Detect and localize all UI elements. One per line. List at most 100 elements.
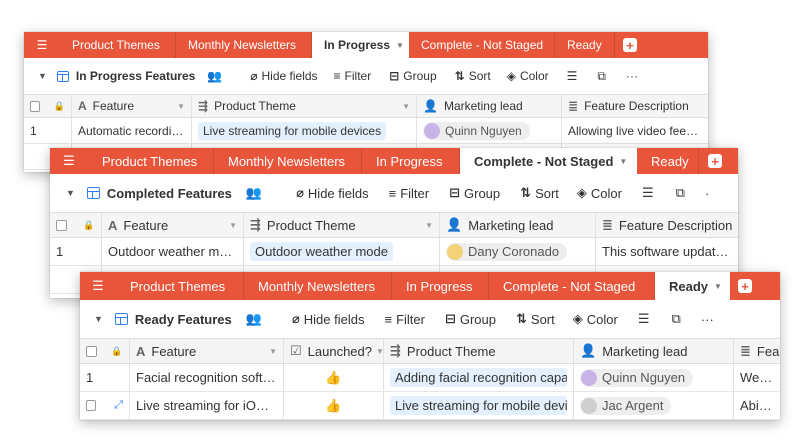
thumbs-up-icon[interactable]: 👍 <box>325 398 341 414</box>
header-feature-description[interactable]: ≣ Feature Description <box>596 213 738 237</box>
add-table-button[interactable]: + <box>730 272 760 300</box>
select-all-checkbox[interactable] <box>86 345 97 357</box>
tab-ready[interactable]: Ready ▼ <box>655 272 730 300</box>
group-button[interactable]: ⊟ Group <box>389 69 436 83</box>
header-feature-description[interactable]: ≣ Fea <box>734 339 780 363</box>
feature-cell[interactable]: Live streaming for iOS de... <box>130 392 284 419</box>
filter-button[interactable]: ≡ Filter <box>334 69 372 83</box>
header-feature[interactable]: A Feature ▼ <box>72 95 192 117</box>
product-theme-cell[interactable]: Adding facial recognition capabil <box>384 364 574 391</box>
description-cell[interactable]: We're a <box>734 364 780 391</box>
more-icon[interactable]: · <box>705 186 709 201</box>
description-cell[interactable]: Allowing live video feeds to b <box>562 118 708 143</box>
table-row[interactable]: 1 Outdoor weather mode ... Outdoor weath… <box>50 238 738 266</box>
tab-complete-not-staged[interactable]: Complete - Not Staged <box>409 32 555 58</box>
tab-complete-not-staged[interactable]: Complete - Not Staged ▼ <box>460 148 637 174</box>
product-theme-cell[interactable]: Live streaming for mobile devices <box>192 118 417 143</box>
hide-fields-button[interactable]: ⌀ Hide fields <box>292 311 365 327</box>
header-feature-description[interactable]: ≣ Feature Description <box>562 95 708 117</box>
collaborator-chip[interactable]: Jac Argent <box>580 396 672 415</box>
chevron-down-icon[interactable]: ▼ <box>396 41 404 50</box>
color-button[interactable]: ◈ Color <box>507 69 549 83</box>
collaborator-chip[interactable]: Quinn Nguyen <box>580 368 694 387</box>
tab-monthly-newsletters[interactable]: Monthly Newsletters <box>244 272 392 300</box>
header-product-theme[interactable]: ⇶ Product Theme ▼ <box>244 213 440 237</box>
marketing-lead-cell[interactable]: Jac Argent <box>574 392 734 419</box>
product-theme-cell[interactable]: Live streaming for mobile devices <box>384 392 574 419</box>
tab-in-progress[interactable]: In Progress ▼ <box>312 32 409 58</box>
chevron-down-icon[interactable]: ▼ <box>38 71 47 81</box>
marketing-lead-cell[interactable]: Quinn Nguyen <box>417 118 562 143</box>
view-name[interactable]: Completed Features <box>107 186 232 201</box>
tab-complete-not-staged[interactable]: Complete - Not Staged <box>489 272 655 300</box>
tab-in-progress[interactable]: In Progress <box>362 148 460 174</box>
product-theme-pill[interactable]: Outdoor weather mode <box>250 242 393 261</box>
marketing-lead-cell[interactable]: Quinn Nguyen <box>574 364 734 391</box>
table-row[interactable]: 1 Facial recognition softwa... 👍 Adding … <box>80 364 780 392</box>
launched-cell[interactable]: 👍 <box>284 392 384 419</box>
people-icon[interactable]: 👥 <box>246 311 262 327</box>
table-row[interactable]: ⤢ Live streaming for iOS de... 👍 Live st… <box>80 392 780 420</box>
chevron-down-icon[interactable]: ▼ <box>619 157 627 166</box>
select-all-checkbox[interactable] <box>30 100 40 112</box>
sort-button[interactable]: ⇅ Sort <box>455 69 491 83</box>
header-marketing-lead[interactable]: 👤 Marketing lead <box>440 213 596 237</box>
header-feature[interactable]: A Feature ▼ <box>102 213 244 237</box>
share-view-icon[interactable]: ⧉ <box>676 185 685 201</box>
tab-product-themes[interactable]: Product Themes <box>116 272 244 300</box>
menu-icon[interactable]: ☰ <box>50 148 88 174</box>
header-marketing-lead[interactable]: 👤 Marketing lead <box>574 339 734 363</box>
view-name[interactable]: Ready Features <box>135 312 232 327</box>
launched-cell[interactable]: 👍 <box>284 364 384 391</box>
tab-monthly-newsletters[interactable]: Monthly Newsletters <box>214 148 362 174</box>
header-marketing-lead[interactable]: 👤 Marketing lead <box>417 95 562 117</box>
tab-in-progress[interactable]: In Progress <box>392 272 489 300</box>
row-height-icon[interactable]: ☰ <box>642 185 654 201</box>
color-button[interactable]: ◈ Color <box>573 311 618 327</box>
add-table-button[interactable]: + <box>615 32 645 58</box>
header-launched[interactable]: ☑ Launched? ▼ <box>284 339 384 363</box>
product-theme-pill[interactable]: Adding facial recognition capabil <box>390 368 567 387</box>
chevron-down-icon[interactable]: ▼ <box>225 221 237 230</box>
feature-cell[interactable]: Automatic recording ... <box>72 118 192 143</box>
product-theme-cell[interactable]: Outdoor weather mode <box>244 238 440 265</box>
tab-product-themes[interactable]: Product Themes <box>88 148 214 174</box>
chevron-down-icon[interactable]: ▼ <box>372 347 383 356</box>
description-cell[interactable]: This software update allo <box>596 238 738 265</box>
group-button[interactable]: ⊟ Group <box>445 311 496 327</box>
header-feature[interactable]: A Feature ▼ <box>130 339 284 363</box>
color-button[interactable]: ◈ Color <box>577 185 622 201</box>
collaborator-chip[interactable]: Quinn Nguyen <box>423 121 530 140</box>
hide-fields-button[interactable]: ⌀ Hide fields <box>296 185 369 201</box>
collaborator-chip[interactable]: Dany Coronado <box>446 242 568 261</box>
marketing-lead-cell[interactable]: Dany Coronado <box>440 238 596 265</box>
product-theme-pill[interactable]: Live streaming for mobile devices <box>390 396 567 415</box>
chevron-down-icon[interactable]: ▼ <box>66 188 75 198</box>
product-theme-pill[interactable]: Live streaming for mobile devices <box>198 121 387 140</box>
tab-monthly-newsletters[interactable]: Monthly Newsletters <box>176 32 312 58</box>
people-icon[interactable]: 👥 <box>207 69 222 83</box>
group-button[interactable]: ⊟ Group <box>449 185 500 201</box>
sort-button[interactable]: ⇅ Sort <box>520 185 559 201</box>
share-view-icon[interactable]: ⧉ <box>671 311 680 327</box>
chevron-down-icon[interactable]: ▼ <box>265 347 277 356</box>
more-icon[interactable]: ··· <box>701 312 714 327</box>
expand-record-icon[interactable]: ⤢ <box>114 399 123 412</box>
row-checkbox[interactable] <box>86 400 97 411</box>
feature-cell[interactable]: Outdoor weather mode ... <box>102 238 244 265</box>
hide-fields-button[interactable]: ⌀ Hide fields <box>250 69 317 83</box>
tab-product-themes[interactable]: Product Themes <box>60 32 176 58</box>
tab-ready[interactable]: Ready <box>555 32 615 58</box>
tab-ready[interactable]: Ready <box>637 148 699 174</box>
people-icon[interactable]: 👥 <box>246 185 262 201</box>
chevron-down-icon[interactable]: ▼ <box>398 102 410 111</box>
more-icon[interactable]: ··· <box>626 69 638 83</box>
chevron-down-icon[interactable]: ▼ <box>421 221 433 230</box>
row-height-icon[interactable]: ☰ <box>567 69 578 83</box>
table-row[interactable]: 1 Automatic recording ... Live streaming… <box>24 118 708 144</box>
chevron-down-icon[interactable]: ▼ <box>94 314 103 324</box>
view-name[interactable]: In Progress Features <box>76 69 195 83</box>
header-product-theme[interactable]: ⇶ Product Theme ▼ <box>192 95 417 117</box>
thumbs-up-icon[interactable]: 👍 <box>325 370 341 386</box>
chevron-down-icon[interactable]: ▼ <box>173 102 185 111</box>
